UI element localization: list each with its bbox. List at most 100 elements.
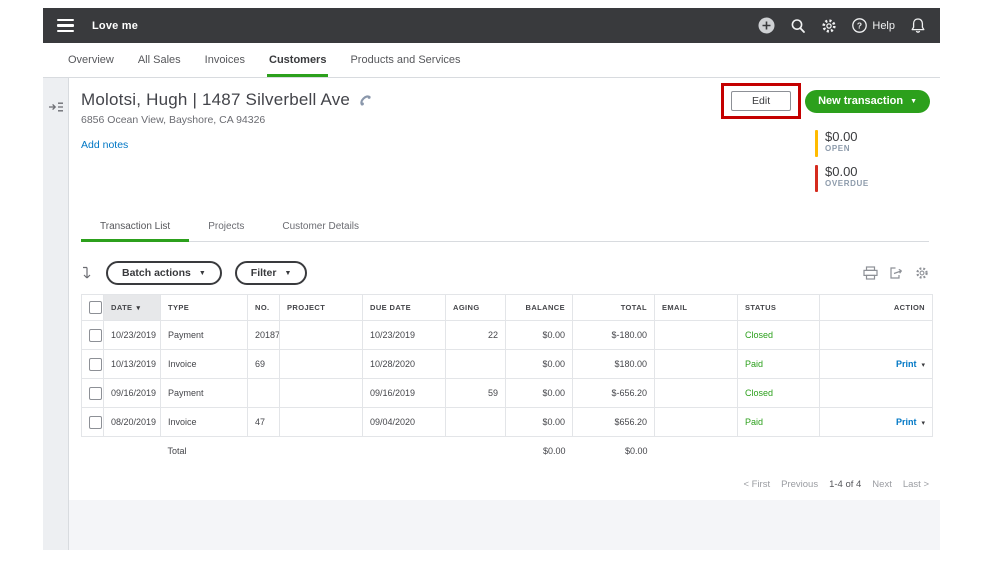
detail-tab-transaction-list[interactable]: Transaction List: [81, 213, 189, 242]
export-icon[interactable]: [889, 266, 904, 280]
collapse-panel-icon[interactable]: [48, 100, 64, 550]
content-background: [69, 500, 940, 551]
total-cell-aging: [446, 437, 506, 466]
new-transaction-label: New transaction: [818, 95, 903, 107]
column-header-aging[interactable]: AGING: [446, 295, 506, 321]
row-checkbox[interactable]: [89, 329, 102, 342]
cell-action: [820, 321, 933, 350]
cell-status: Closed: [738, 321, 820, 350]
customer-name: Molotsi, Hugh | 1487 Silverbell Ave: [81, 90, 350, 110]
cell-date: 08/20/2019: [104, 408, 161, 437]
svg-text:?: ?: [857, 20, 862, 30]
cell-action: [820, 379, 933, 408]
row-checkbox[interactable]: [89, 358, 102, 371]
nav-tab-products-and-services[interactable]: Products and Services: [348, 43, 462, 77]
main-nav-tabs: Overview All Sales Invoices Customers Produc…: [43, 43, 940, 78]
print-list-icon[interactable]: [863, 266, 878, 280]
table-row: 10/23/2019Payment2018710/23/201922$0.00$…: [82, 321, 933, 350]
nav-tab-invoices[interactable]: Invoices: [203, 43, 247, 77]
help-button[interactable]: ? Help: [852, 18, 895, 33]
cell-balance: $0.00: [506, 379, 573, 408]
cell-type: Payment: [161, 379, 248, 408]
new-transaction-button[interactable]: New transaction ▼: [805, 90, 930, 113]
cell-action[interactable]: Print ▾: [820, 408, 933, 437]
sort-arrow-icon[interactable]: [81, 266, 93, 280]
cell-no: 47: [248, 408, 280, 437]
pagination-last[interactable]: Last >: [903, 479, 929, 490]
quick-create-plus-icon[interactable]: [758, 17, 775, 34]
column-header-status[interactable]: STATUS: [738, 295, 820, 321]
cell-due_date: 09/16/2019: [363, 379, 446, 408]
cell-total: $-656.20: [573, 379, 655, 408]
cell-status: Closed: [738, 379, 820, 408]
detail-tabs: Transaction ListProjectsCustomer Details: [81, 213, 929, 242]
total-cell-type: Total: [161, 437, 248, 466]
cell-date: 09/16/2019: [104, 379, 161, 408]
nav-tab-customers[interactable]: Customers: [267, 43, 328, 77]
select-all-checkbox[interactable]: [89, 301, 102, 314]
cell-aging: [446, 408, 506, 437]
cell-email: [655, 379, 738, 408]
pagination-next[interactable]: Next: [872, 479, 892, 490]
summary-label: OPEN: [825, 144, 858, 153]
cell-type: Payment: [161, 321, 248, 350]
cell-email: [655, 321, 738, 350]
customer-actions: Edit New transaction ▼ $0.00OPEN$0.00OVE…: [721, 83, 930, 200]
transaction-table: DATE▾TYPENO.PROJECTDUE DATEAGINGBALANCET…: [81, 294, 933, 466]
batch-actions-button[interactable]: Batch actions ▼: [106, 261, 222, 285]
column-header-total[interactable]: TOTAL: [573, 295, 655, 321]
settings-gear-icon[interactable]: [821, 18, 837, 34]
table-row: 08/20/2019Invoice4709/04/2020$0.00$656.2…: [82, 408, 933, 437]
column-header-email[interactable]: EMAIL: [655, 295, 738, 321]
cell-action[interactable]: Print▾: [820, 350, 933, 379]
print-action-link[interactable]: Print: [896, 359, 917, 369]
detail-tab-projects[interactable]: Projects: [189, 213, 263, 242]
filter-label: Filter: [251, 267, 277, 279]
chevron-down-icon: ▾: [921, 420, 925, 427]
cell-email: [655, 350, 738, 379]
cell-due_date: 10/28/2020: [363, 350, 446, 379]
table-total-row: Total $0.00$0.00: [82, 437, 933, 466]
edit-annotation-red-box: Edit: [721, 83, 801, 119]
cell-type: Invoice: [161, 408, 248, 437]
summary-amount: $0.00: [825, 130, 858, 144]
column-header-date[interactable]: DATE▾: [104, 295, 161, 321]
edit-button[interactable]: Edit: [731, 91, 791, 111]
notifications-bell-icon[interactable]: [910, 17, 926, 34]
nav-tab-overview[interactable]: Overview: [66, 43, 116, 77]
phone-icon: [359, 93, 373, 107]
sort-desc-icon: ▾: [136, 305, 140, 312]
total-cell-balance: $0.00: [506, 437, 573, 466]
column-header-project[interactable]: PROJECT: [280, 295, 363, 321]
pagination-previous[interactable]: Previous: [781, 479, 818, 490]
batch-actions-label: Batch actions: [122, 267, 191, 279]
left-rail: [43, 78, 69, 550]
search-icon[interactable]: [790, 18, 806, 34]
column-header-balance[interactable]: BALANCE: [506, 295, 573, 321]
hamburger-menu-icon[interactable]: [51, 15, 80, 37]
column-header-type[interactable]: TYPE: [161, 295, 248, 321]
total-cell-total: $0.00: [573, 437, 655, 466]
detail-tab-customer-details[interactable]: Customer Details: [263, 213, 378, 242]
cell-aging: 59: [446, 379, 506, 408]
summary-label: OVERDUE: [825, 179, 869, 188]
nav-tab-all-sales[interactable]: All Sales: [136, 43, 183, 77]
table-settings-gear-icon[interactable]: [915, 266, 929, 280]
cell-aging: [446, 350, 506, 379]
summary-bar-open: [815, 130, 818, 157]
pagination-first[interactable]: < First: [743, 479, 770, 490]
filter-button[interactable]: Filter ▼: [235, 261, 308, 285]
cell-status: Paid: [738, 408, 820, 437]
column-header-action[interactable]: ACTION: [820, 295, 933, 321]
row-select-cell: [82, 350, 104, 379]
cell-project: [280, 321, 363, 350]
chevron-down-icon: ▼: [910, 98, 917, 105]
row-checkbox[interactable]: [89, 387, 102, 400]
column-header-due_date[interactable]: DUE DATE: [363, 295, 446, 321]
column-header-no[interactable]: NO.: [248, 295, 280, 321]
row-select-cell: [82, 321, 104, 350]
total-cell-action: [820, 437, 933, 466]
add-notes-link[interactable]: Add notes: [81, 139, 128, 151]
print-action-link[interactable]: Print: [896, 417, 917, 427]
row-checkbox[interactable]: [89, 416, 102, 429]
